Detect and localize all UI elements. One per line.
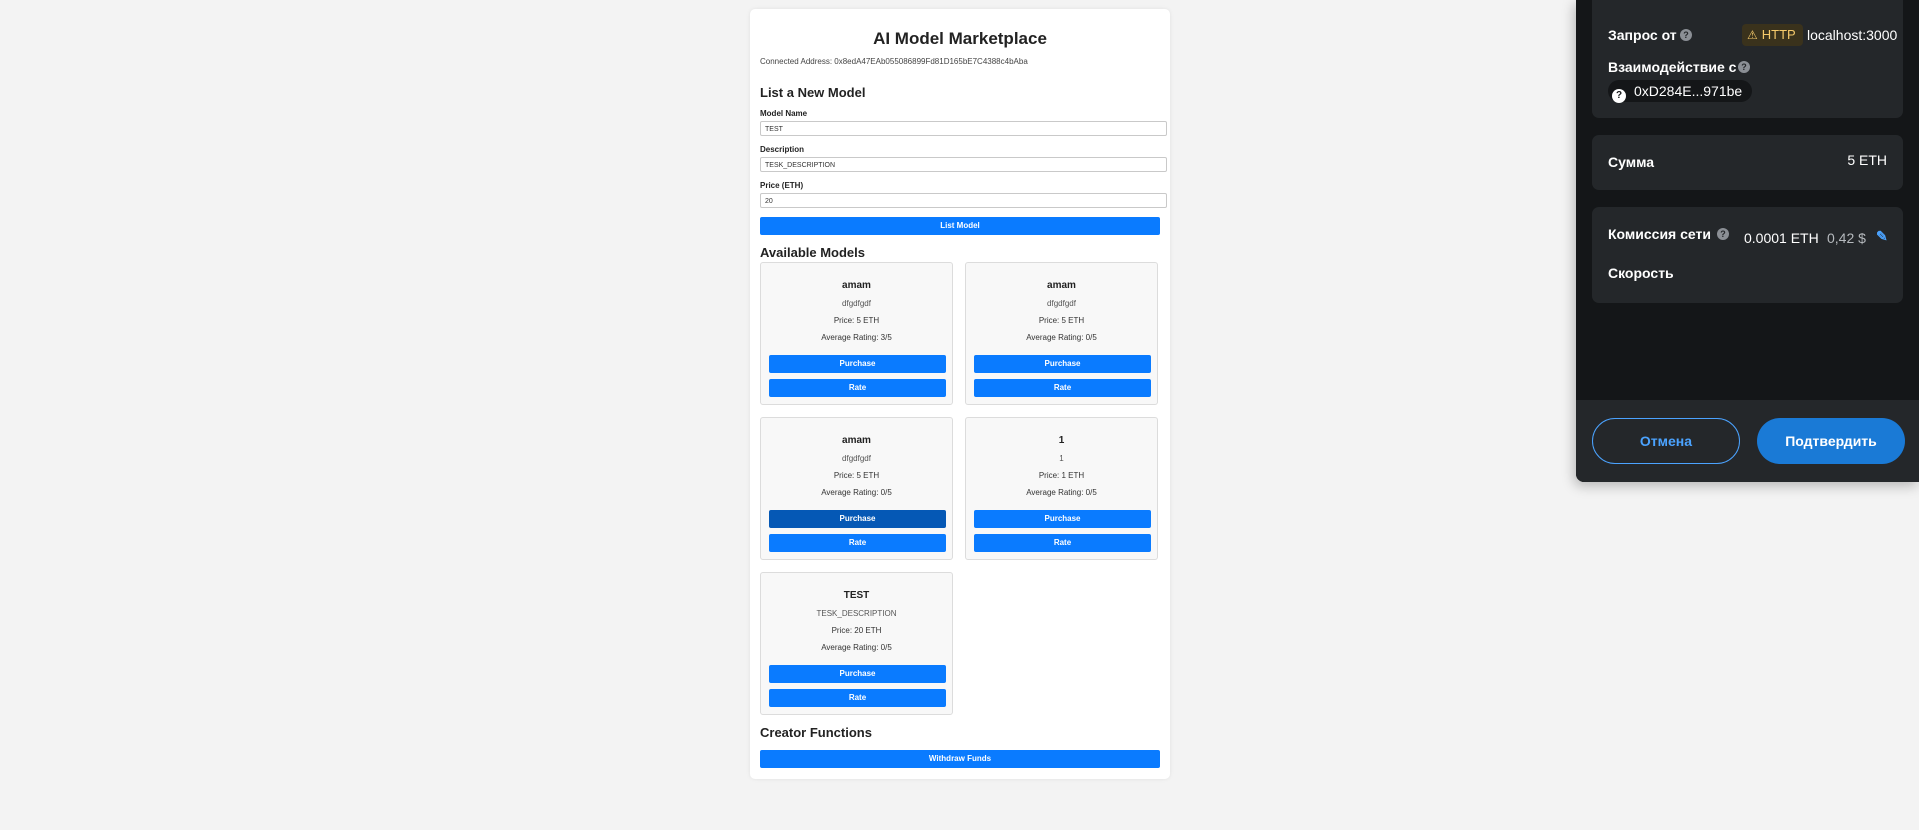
info-icon[interactable]: ? bbox=[1738, 61, 1750, 73]
model-description: dfgdfgdf bbox=[842, 299, 871, 308]
edit-fee-icon[interactable]: ✎ bbox=[1876, 228, 1888, 245]
contract-address-pill[interactable]: ? 0xD284E...971be bbox=[1608, 80, 1753, 103]
description-input[interactable]: TESK_DESCRIPTION bbox=[760, 157, 1167, 172]
model-name-input[interactable]: TEST bbox=[760, 121, 1167, 136]
unknown-contract-icon: ? bbox=[1612, 89, 1626, 103]
marketplace-app: AI Model Marketplace Connected Address: … bbox=[750, 9, 1170, 779]
model-price: Price: 5 ETH bbox=[833, 316, 880, 325]
http-label: HTTP bbox=[1761, 27, 1796, 42]
request-origin: localhost:3000 bbox=[1807, 27, 1898, 43]
model-rating: Average Rating: 0/5 bbox=[821, 488, 892, 497]
model-name: amam bbox=[1047, 280, 1076, 291]
model-price: Price: 20 ETH bbox=[831, 626, 882, 635]
description-label: Description bbox=[760, 145, 805, 154]
model-card: TEST TESK_DESCRIPTION Price: 20 ETH Aver… bbox=[760, 572, 953, 715]
rate-button[interactable]: Rate bbox=[769, 534, 946, 552]
network-fee-label: Комиссия сети bbox=[1608, 226, 1711, 242]
model-rating: Average Rating: 0/5 bbox=[1026, 488, 1097, 497]
available-models-heading: Available Models bbox=[760, 245, 865, 260]
cancel-button[interactable]: Отмена bbox=[1592, 418, 1740, 464]
model-card: amam dfgdfgdf Price: 5 ETH Average Ratin… bbox=[760, 262, 953, 405]
http-warning-badge: ⚠ HTTP bbox=[1742, 24, 1803, 46]
model-price: Price: 1 ETH bbox=[1038, 471, 1085, 480]
model-card: amam dfgdfgdf Price: 5 ETH Average Ratin… bbox=[965, 262, 1158, 405]
purchase-button[interactable]: Purchase bbox=[974, 355, 1151, 373]
amount-section: Сумма 5 ETH bbox=[1592, 135, 1903, 190]
confirm-button[interactable]: Подтвердить bbox=[1757, 418, 1905, 464]
interaction-label: Взаимодействие с bbox=[1608, 59, 1737, 75]
price-label: Price (ETH) bbox=[760, 181, 804, 190]
request-section: Запрос от ? ⚠ HTTP localhost:3000 Взаимод… bbox=[1592, 0, 1903, 118]
warning-icon: ⚠ bbox=[1747, 28, 1758, 42]
wallet-confirmation-panel: Запрос от ? ⚠ HTTP localhost:3000 Взаимод… bbox=[1576, 0, 1919, 482]
info-icon[interactable]: ? bbox=[1717, 228, 1729, 240]
model-rating: Average Rating: 3/5 bbox=[821, 333, 892, 342]
model-description: 1 bbox=[1059, 454, 1064, 463]
model-price: Price: 5 ETH bbox=[1038, 316, 1085, 325]
network-fee-section: Комиссия сети ? 0.0001 ETH 0,42 $ ✎ Скор… bbox=[1592, 207, 1903, 303]
creator-functions-heading: Creator Functions bbox=[760, 725, 872, 740]
purchase-button[interactable]: Purchase bbox=[974, 510, 1151, 528]
model-description: dfgdfgdf bbox=[1047, 299, 1076, 308]
fee-fiat: 0,42 $ bbox=[1827, 230, 1866, 246]
amount-label: Сумма bbox=[1608, 154, 1655, 170]
rate-button[interactable]: Rate bbox=[769, 379, 946, 397]
rate-button[interactable]: Rate bbox=[974, 534, 1151, 552]
model-name: TEST bbox=[843, 590, 870, 601]
contract-address: 0xD284E...971be bbox=[1634, 83, 1743, 99]
list-model-button[interactable]: List Model bbox=[760, 217, 1160, 235]
page-title: AI Model Marketplace bbox=[873, 29, 1047, 48]
fee-eth: 0.0001 ETH bbox=[1744, 230, 1819, 246]
model-card: amam dfgdfgdf Price: 5 ETH Average Ratin… bbox=[760, 417, 953, 560]
amount-value: 5 ETH bbox=[1847, 152, 1887, 168]
info-icon[interactable]: ? bbox=[1680, 29, 1692, 41]
model-name: amam bbox=[842, 280, 871, 291]
model-rating: Average Rating: 0/5 bbox=[821, 643, 892, 652]
rate-button[interactable]: Rate bbox=[974, 379, 1151, 397]
speed-label: Скорость bbox=[1608, 265, 1674, 281]
model-description: dfgdfgdf bbox=[842, 454, 871, 463]
purchase-button[interactable]: Purchase bbox=[769, 665, 946, 683]
model-description: TESK_DESCRIPTION bbox=[816, 609, 897, 618]
price-input[interactable]: 20 bbox=[760, 193, 1167, 208]
model-name: amam bbox=[842, 435, 871, 446]
rate-button[interactable]: Rate bbox=[769, 689, 946, 707]
connected-address: Connected Address: 0x8edA47EAb055086899F… bbox=[760, 57, 1028, 66]
model-name-label: Model Name bbox=[760, 109, 808, 118]
purchase-button[interactable]: Purchase bbox=[769, 510, 946, 528]
model-price: Price: 5 ETH bbox=[833, 471, 880, 480]
model-rating: Average Rating: 0/5 bbox=[1026, 333, 1097, 342]
request-from-label: Запрос от bbox=[1608, 27, 1677, 43]
purchase-button[interactable]: Purchase bbox=[769, 355, 946, 373]
withdraw-funds-button[interactable]: Withdraw Funds bbox=[760, 750, 1160, 768]
model-card: 1 1 Price: 1 ETH Average Rating: 0/5 Pur… bbox=[965, 417, 1158, 560]
list-model-heading: List a New Model bbox=[760, 85, 866, 100]
model-name: 1 bbox=[1058, 435, 1065, 446]
